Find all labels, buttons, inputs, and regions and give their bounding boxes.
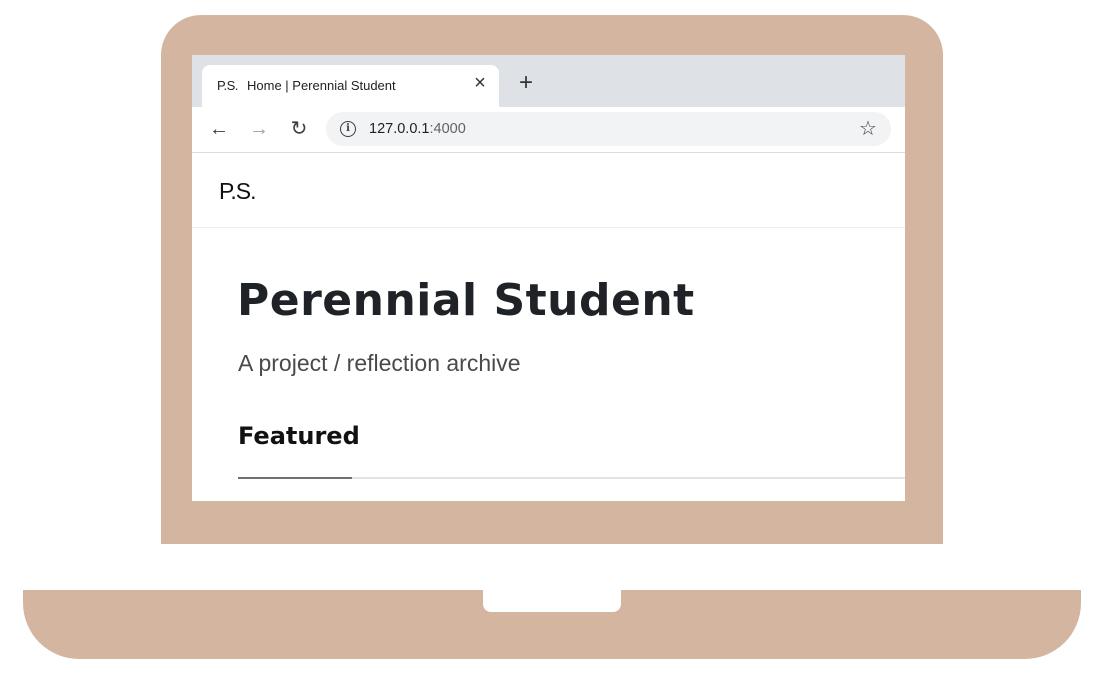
plus-icon[interactable]: +	[516, 71, 536, 95]
laptop-base	[23, 590, 1081, 659]
reload-icon[interactable]: ↻	[287, 117, 311, 141]
tab-featured[interactable]: Featured	[238, 422, 360, 450]
browser-tab[interactable]: P.S. Home | Perennial Student ×	[202, 65, 499, 107]
tab-active-indicator	[238, 477, 352, 479]
site-header: P.S.	[192, 153, 905, 228]
info-icon[interactable]: i	[340, 121, 356, 137]
tab-favicon: P.S.	[217, 78, 238, 93]
tab-title: Home | Perennial Student	[247, 78, 396, 93]
arrow-right-icon[interactable]: →	[247, 117, 271, 141]
laptop-illustration: P.S. Home | Perennial Student × + ← → ↻ …	[0, 0, 1104, 675]
browser-window: P.S. Home | Perennial Student × + ← → ↻ …	[192, 55, 905, 501]
laptop-notch	[483, 590, 621, 612]
url-host: 127.0.0.1	[369, 121, 430, 137]
page-subtitle: A project / reflection archive	[238, 350, 521, 376]
star-icon[interactable]: ☆	[857, 117, 879, 141]
browser-toolbar: ← → ↻ i 127.0.0.1:4000 ☆	[192, 107, 905, 153]
close-icon[interactable]: ×	[470, 73, 490, 93]
arrow-left-icon[interactable]: ←	[207, 117, 231, 141]
url-port: :4000	[429, 121, 466, 137]
page-title: Perennial Student	[237, 275, 695, 326]
url-text: 127.0.0.1:4000	[369, 121, 466, 137]
tab-strip: P.S. Home | Perennial Student × +	[192, 55, 905, 107]
address-bar[interactable]: i 127.0.0.1:4000 ☆	[326, 112, 891, 146]
site-logo[interactable]: P.S.	[219, 178, 256, 205]
